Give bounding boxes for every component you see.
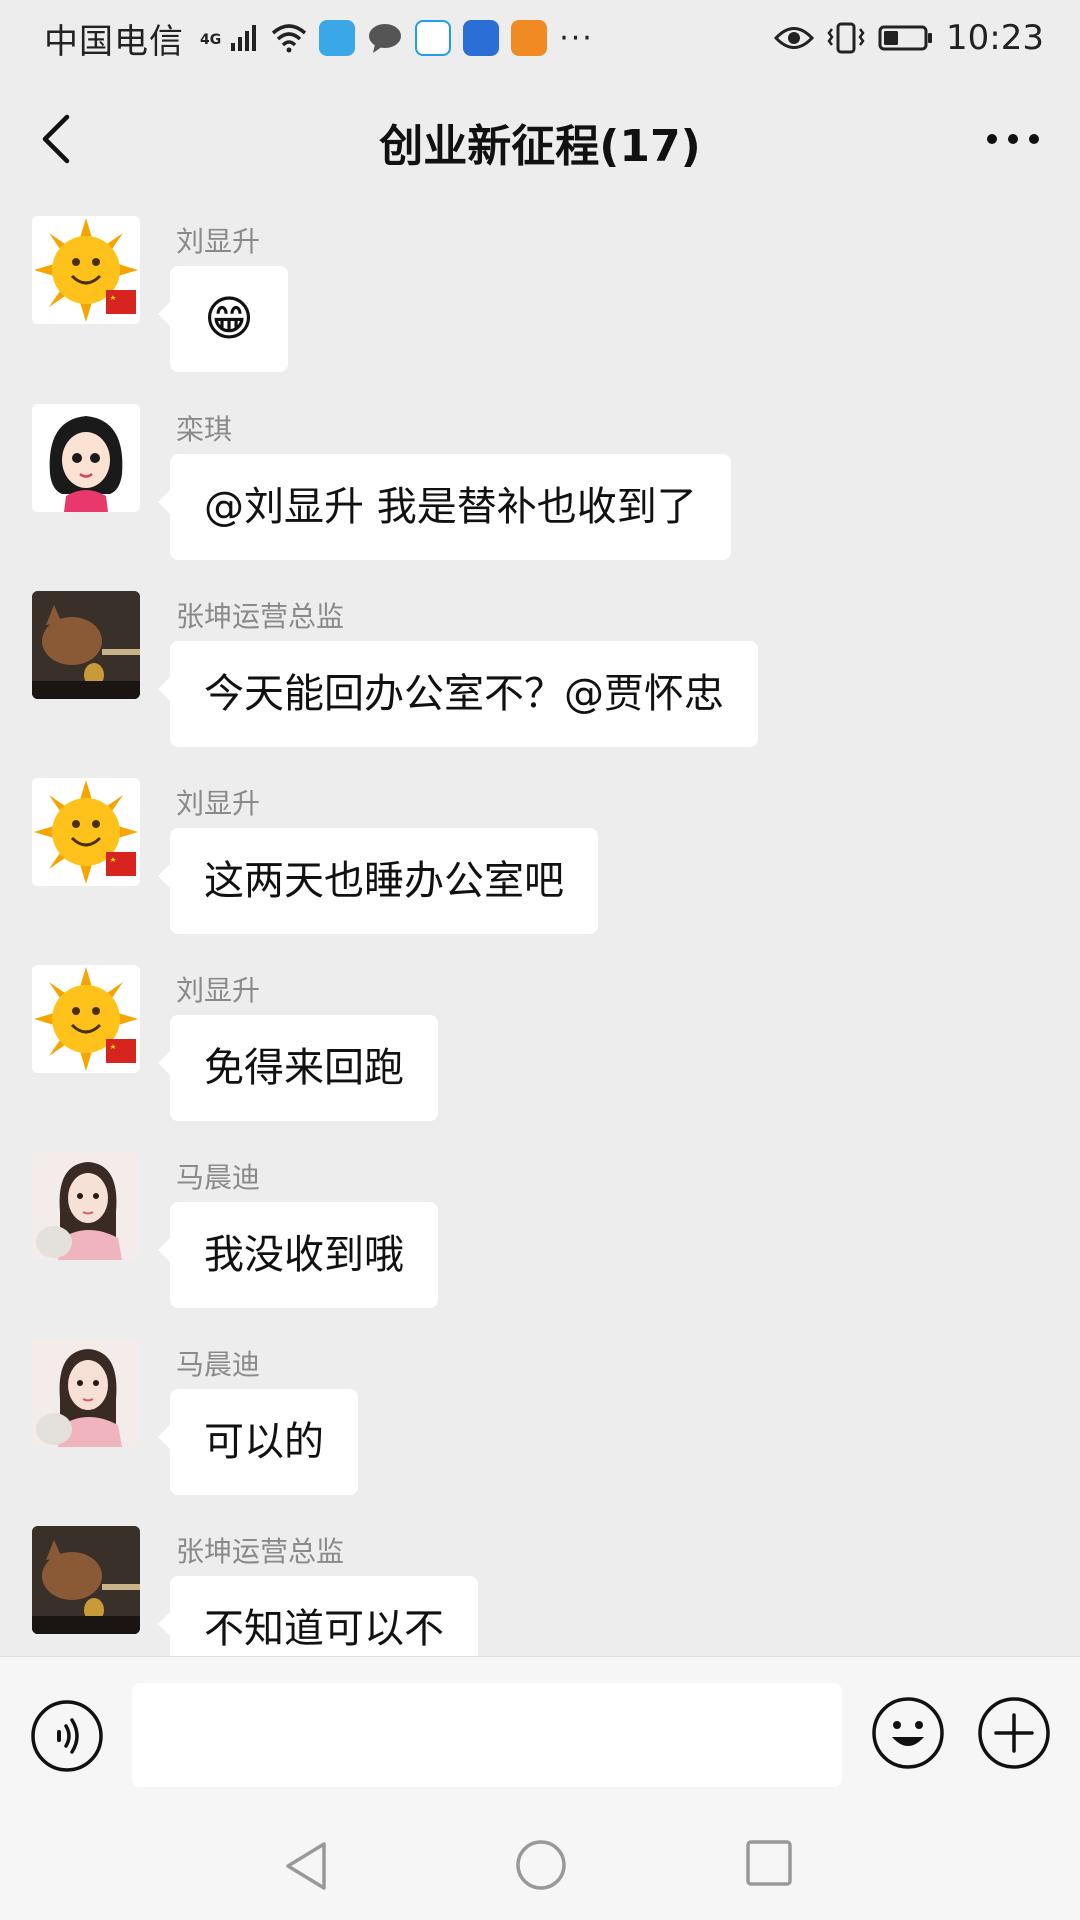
key-app-icon [511, 20, 548, 56]
status-bar-left: 中国电信 4G ··· [44, 14, 594, 63]
browser-app-icon [319, 20, 356, 56]
message-text: 😁 [203, 291, 255, 347]
message-bubble[interactable]: 免得来回跑 [158, 1015, 438, 1121]
sun-avatar[interactable] [32, 778, 140, 886]
illustrated-girl-avatar[interactable] [32, 1339, 140, 1447]
sender-name: 栾琪 [176, 413, 233, 446]
voice-icon [31, 1700, 103, 1772]
carrier-name: 中国电信 [44, 21, 184, 62]
sender-name: 张坤运营总监 [176, 1535, 345, 1568]
more-options-button[interactable] [978, 114, 1048, 164]
wifi-icon [272, 24, 307, 53]
battery-icon [878, 25, 933, 51]
message-bubble[interactable]: 今天能回办公室不？@贾怀忠 [158, 641, 758, 747]
message-bubble[interactable]: 这两天也睡办公室吧 [158, 828, 598, 934]
sender-name: 张坤运营总监 [176, 600, 345, 633]
square-recents-icon [746, 1840, 792, 1886]
sun-avatar[interactable] [32, 965, 140, 1073]
clock: 10:23 [946, 18, 1044, 58]
sender-name: 刘显升 [176, 974, 261, 1007]
status-overflow: ··· [559, 20, 594, 56]
input-bar [0, 1656, 1080, 1812]
nav-recents-button[interactable] [744, 1838, 794, 1892]
system-navigation-bar [0, 1812, 1080, 1920]
chat-bubble-icon [369, 24, 402, 53]
status-bar: 中国电信 4G ··· 10:23 [0, 0, 1080, 76]
sender-name: 刘显升 [176, 787, 261, 820]
voice-input-button[interactable] [30, 1699, 104, 1777]
nav-back-button[interactable] [280, 1838, 332, 1898]
cat-avatar[interactable] [32, 591, 140, 699]
cat-avatar[interactable] [32, 1526, 140, 1634]
message-bubble[interactable]: 我没收到哦 [158, 1202, 438, 1308]
triangle-back-icon [286, 1842, 326, 1890]
plus-circle-icon [978, 1697, 1050, 1769]
nav-home-button[interactable] [514, 1838, 568, 1896]
message-bubble[interactable]: 😁 [158, 266, 288, 372]
signal-icon [231, 25, 257, 51]
message-input[interactable] [132, 1683, 842, 1787]
cartoon-girl-avatar[interactable] [32, 404, 140, 512]
message-list[interactable]: 刘显升 😁 栾琪 @刘显升 我是替补也收到了 张坤运营总监 今天能回办公室不？@… [0, 200, 1080, 1656]
chat-title: 创业新征程(17) [379, 121, 701, 172]
emoji-button[interactable] [870, 1695, 946, 1775]
status-bar-right: 10:23 [774, 18, 1044, 58]
sender-name: 马晨迪 [176, 1348, 261, 1381]
qq-app-icon [415, 20, 452, 56]
message-bubble[interactable]: 可以的 [158, 1389, 358, 1495]
sender-name: 刘显升 [176, 225, 261, 258]
illustrated-girl-avatar[interactable] [32, 1152, 140, 1260]
more-dots-icon [987, 134, 1039, 144]
eye-icon [774, 27, 815, 49]
message-bubble[interactable]: @刘显升 我是替补也收到了 [158, 454, 731, 560]
sync-app-icon [463, 20, 500, 56]
sun-avatar[interactable] [32, 216, 140, 324]
vibrate-icon [827, 22, 865, 54]
sender-name: 马晨迪 [176, 1161, 261, 1194]
circle-home-icon [516, 1840, 566, 1890]
more-functions-button[interactable] [976, 1695, 1052, 1775]
smiley-icon [872, 1697, 944, 1769]
network-type: 4G [200, 31, 222, 48]
message-bubble[interactable]: 不知道可以不 [158, 1576, 478, 1656]
title-bar: 创业新征程(17) [0, 76, 1080, 200]
